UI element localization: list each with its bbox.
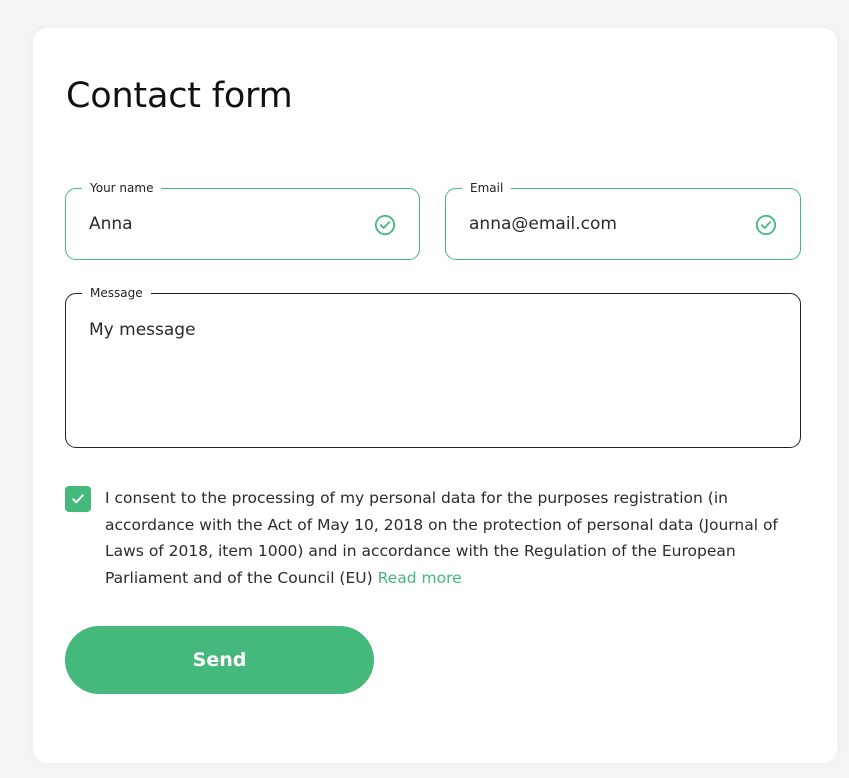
email-field-value[interactable]: anna@email.com — [469, 213, 617, 235]
check-circle-icon — [755, 214, 777, 236]
send-button[interactable]: Send — [65, 626, 374, 694]
read-more-link[interactable]: Read more — [378, 569, 462, 587]
message-field-label: Message — [82, 284, 151, 302]
message-field-value[interactable]: My message — [89, 319, 196, 341]
name-field[interactable]: Your name Anna — [65, 179, 420, 260]
consent-text-block: I consent to the processing of my person… — [105, 485, 805, 591]
check-icon — [72, 494, 84, 504]
check-circle-icon — [374, 214, 396, 236]
email-field[interactable]: Email anna@email.com — [445, 179, 801, 260]
message-field[interactable]: Message My message — [65, 284, 801, 448]
name-field-value[interactable]: Anna — [89, 213, 133, 235]
page-title: Contact form — [66, 76, 293, 116]
email-field-label: Email — [462, 179, 512, 197]
name-field-label: Your name — [82, 179, 162, 197]
consent-checkbox[interactable] — [65, 486, 91, 512]
